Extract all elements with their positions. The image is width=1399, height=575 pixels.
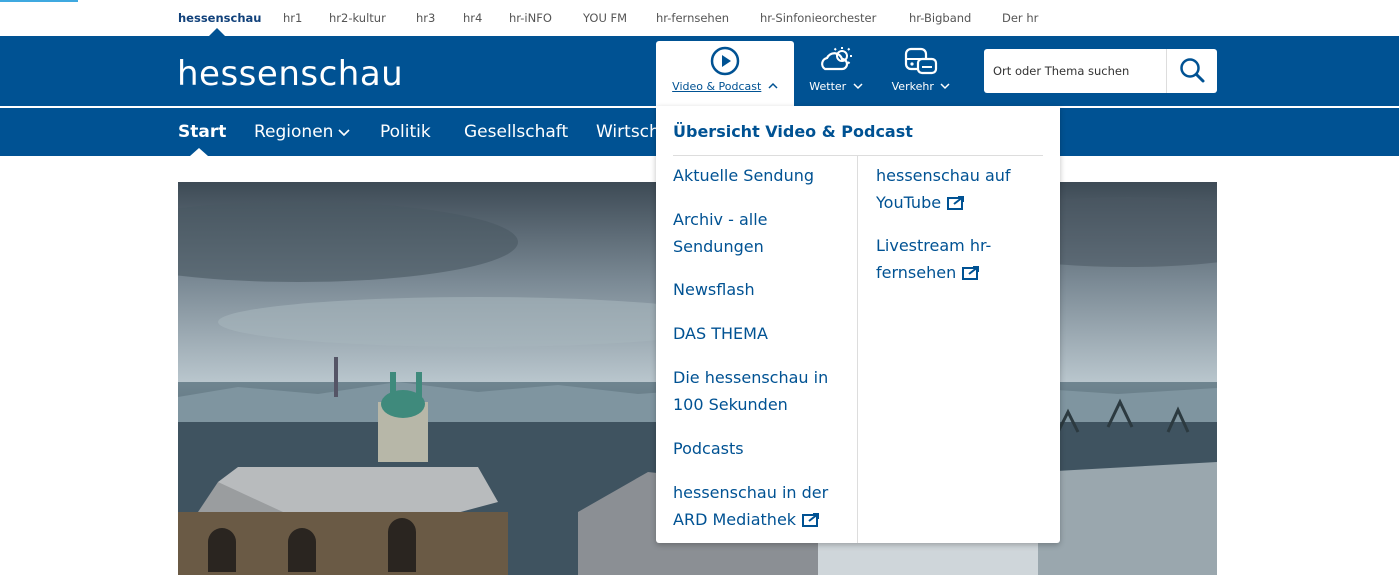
chevron-up-icon — [768, 82, 778, 89]
network-bar: hessenschau hr1 hr2-kultur hr3 hr4 hr-iN… — [0, 0, 1399, 36]
network-link-youfm[interactable]: YOU FM — [583, 11, 627, 25]
site-logo[interactable]: hessenschau — [177, 54, 403, 94]
chevron-down-icon — [338, 129, 351, 137]
traffic-button[interactable]: Verkehr — [886, 41, 956, 111]
weather-cloud-sun-icon — [821, 47, 852, 71]
dropdown-link-newsflash[interactable]: Newsflash — [673, 277, 843, 304]
search-box — [984, 49, 1217, 93]
search-input[interactable] — [984, 49, 1166, 93]
network-link-hr-bigband[interactable]: hr-Bigband — [909, 11, 971, 25]
network-link-hr4[interactable]: hr4 — [463, 11, 482, 25]
accent-strip — [0, 0, 78, 2]
site-header: hessenschau Video & Podcast Wetter Verke… — [0, 36, 1399, 107]
weather-button[interactable]: Wetter — [806, 41, 866, 111]
network-link-hr-fernsehen[interactable]: hr-fernsehen — [656, 11, 729, 25]
network-link-hr-sinfonieorchester[interactable]: hr-Sinfonieorchester — [760, 11, 876, 25]
active-indicator — [190, 148, 208, 156]
weather-label: Wetter — [809, 80, 847, 93]
network-link-der-hr[interactable]: Der hr — [1002, 11, 1038, 25]
video-podcast-dropdown: Übersicht Video & Podcast Aktuelle Sendu… — [656, 106, 1060, 543]
dropdown-link-100-sekunden[interactable]: Die hessenschau in 100 Sekunden — [673, 365, 845, 418]
network-link-hr1[interactable]: hr1 — [283, 11, 302, 25]
dropdown-link-podcasts[interactable]: Podcasts — [673, 436, 843, 463]
search-icon — [1180, 57, 1205, 82]
dropdown-title-link[interactable]: Übersicht Video & Podcast — [673, 122, 913, 141]
dropdown-divider — [673, 155, 1043, 156]
dropdown-link-livestream[interactable]: Livestream hr-fernsehen — [876, 233, 1016, 286]
nav-item-regionen-label: Regionen — [254, 122, 334, 142]
active-indicator — [209, 28, 225, 36]
dropdown-link-das-thema[interactable]: DAS THEMA — [673, 321, 843, 348]
traffic-car-icon — [904, 47, 938, 75]
dropdown-link-aktuelle-sendung[interactable]: Aktuelle Sendung — [673, 163, 843, 190]
nav-item-start[interactable]: Start — [178, 122, 226, 142]
chevron-down-icon — [853, 83, 863, 90]
nav-item-gesellschaft[interactable]: Gesellschaft — [464, 122, 568, 142]
chevron-down-icon — [940, 83, 950, 90]
external-link-icon — [802, 512, 820, 527]
video-podcast-button[interactable]: Video & Podcast — [656, 41, 794, 107]
network-link-hr3[interactable]: hr3 — [416, 11, 435, 25]
video-podcast-label: Video & Podcast — [672, 80, 762, 93]
dropdown-link-youtube[interactable]: hessenschau auf YouTube — [876, 163, 1046, 216]
traffic-label: Verkehr — [891, 80, 934, 93]
dropdown-column-divider — [857, 156, 858, 543]
external-link-icon — [947, 195, 965, 210]
dropdown-link-youtube-label: hessenschau auf YouTube — [876, 166, 1011, 212]
dropdown-link-archiv[interactable]: Archiv - alle Sendungen — [673, 207, 793, 260]
play-circle-icon — [710, 46, 740, 76]
network-link-hessenschau[interactable]: hessenschau — [178, 11, 261, 25]
nav-item-regionen[interactable]: Regionen — [254, 122, 351, 142]
search-button[interactable] — [1167, 49, 1217, 93]
nav-item-politik[interactable]: Politik — [380, 122, 431, 142]
network-link-hr-info[interactable]: hr-iNFO — [509, 11, 552, 25]
network-link-hr2-kultur[interactable]: hr2-kultur — [329, 11, 386, 25]
dropdown-link-ard-mediathek[interactable]: hessenschau in der ARD Mediathek — [673, 480, 851, 533]
external-link-icon — [962, 265, 980, 280]
